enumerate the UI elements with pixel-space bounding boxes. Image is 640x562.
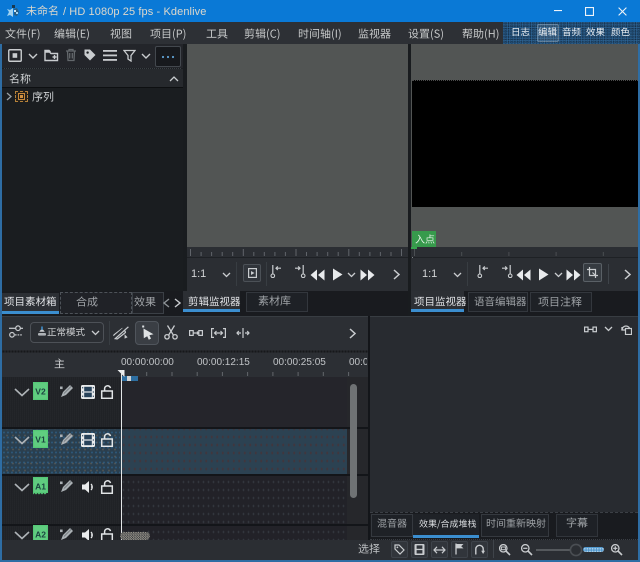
svg-text:A1: A1 — [35, 482, 46, 492]
svg-text:A2: A2 — [35, 530, 46, 540]
svg-text:V1: V1 — [35, 435, 46, 445]
svg-text:V2: V2 — [35, 387, 46, 397]
